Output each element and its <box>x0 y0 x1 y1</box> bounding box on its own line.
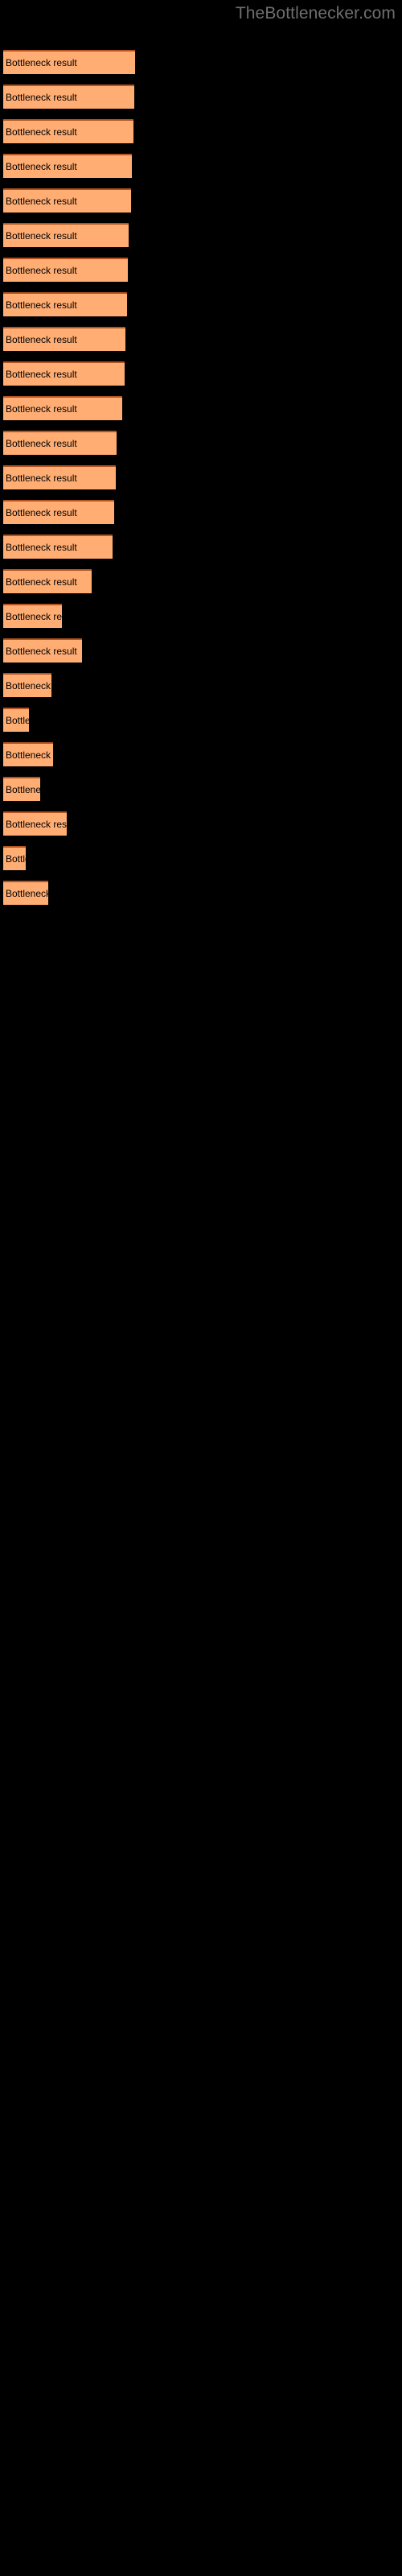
bar-1: Bottleneck result <box>3 50 135 74</box>
bar-series: Bottleneck result Bottleneck result Bottle… <box>0 0 402 2576</box>
bar-label: Bottleneck result <box>6 646 77 657</box>
bar-label: Bottleneck result <box>6 265 77 276</box>
bar-23: Bottleneck result <box>3 811 67 836</box>
bar-10: Bottleneck result <box>3 361 125 386</box>
bar-label: Bottleneck result <box>6 680 51 691</box>
bar-label: Bottleneck result <box>6 230 77 242</box>
bar-label: Bottleneck result <box>6 853 26 865</box>
bar-label: Bottleneck result <box>6 196 77 207</box>
bar-14: Bottleneck result <box>3 500 114 524</box>
bar-4: Bottleneck result <box>3 154 132 178</box>
bar-label: Bottleneck result <box>6 611 62 622</box>
bar-24: Bottleneck result <box>3 846 26 870</box>
bar-11: Bottleneck result <box>3 396 122 420</box>
bar-label: Bottleneck result <box>6 92 77 103</box>
bar-15: Bottleneck result <box>3 535 113 559</box>
bar-13: Bottleneck result <box>3 465 116 489</box>
bar-label: Bottleneck result <box>6 126 77 138</box>
bar-16: Bottleneck result <box>3 569 92 593</box>
bar-label: Bottleneck result <box>6 473 77 484</box>
bar-label: Bottleneck result <box>6 161 77 172</box>
bar-17: Bottleneck result <box>3 604 62 628</box>
bar-label: Bottleneck result <box>6 784 40 795</box>
bar-label: Bottleneck result <box>6 507 77 518</box>
bar-18: Bottleneck result <box>3 638 82 663</box>
bar-label: Bottleneck result <box>6 334 77 345</box>
bar-label: Bottleneck result <box>6 369 77 380</box>
bar-19: Bottleneck result <box>3 673 51 697</box>
bar-label: Bottleneck result <box>6 715 29 726</box>
bar-22: Bottleneck result <box>3 777 40 801</box>
bar-label: Bottleneck result <box>6 819 67 830</box>
bar-label: Bottleneck result <box>6 576 77 588</box>
bar-3: Bottleneck result <box>3 119 133 143</box>
bar-label: Bottleneck result <box>6 299 77 311</box>
bottleneck-bar-chart: TheBottlenecker.com Bottleneck result Bot… <box>0 0 402 2576</box>
bar-8: Bottleneck result <box>3 292 127 316</box>
bar-7: Bottleneck result <box>3 258 128 282</box>
bar-label: Bottleneck result <box>6 542 77 553</box>
bar-9: Bottleneck result <box>3 327 125 351</box>
bar-21: Bottleneck result <box>3 742 53 766</box>
bar-6: Bottleneck result <box>3 223 129 247</box>
bar-20: Bottleneck result <box>3 708 29 732</box>
bar-25: Bottleneck result <box>3 881 48 905</box>
bar-12: Bottleneck result <box>3 431 117 455</box>
bar-label: Bottleneck result <box>6 438 77 449</box>
bar-label: Bottleneck result <box>6 403 77 415</box>
bar-5: Bottleneck result <box>3 188 131 213</box>
bar-label: Bottleneck result <box>6 57 77 68</box>
bar-2: Bottleneck result <box>3 85 134 109</box>
bar-label: Bottleneck result <box>6 749 53 761</box>
bar-label: Bottleneck result <box>6 888 48 899</box>
